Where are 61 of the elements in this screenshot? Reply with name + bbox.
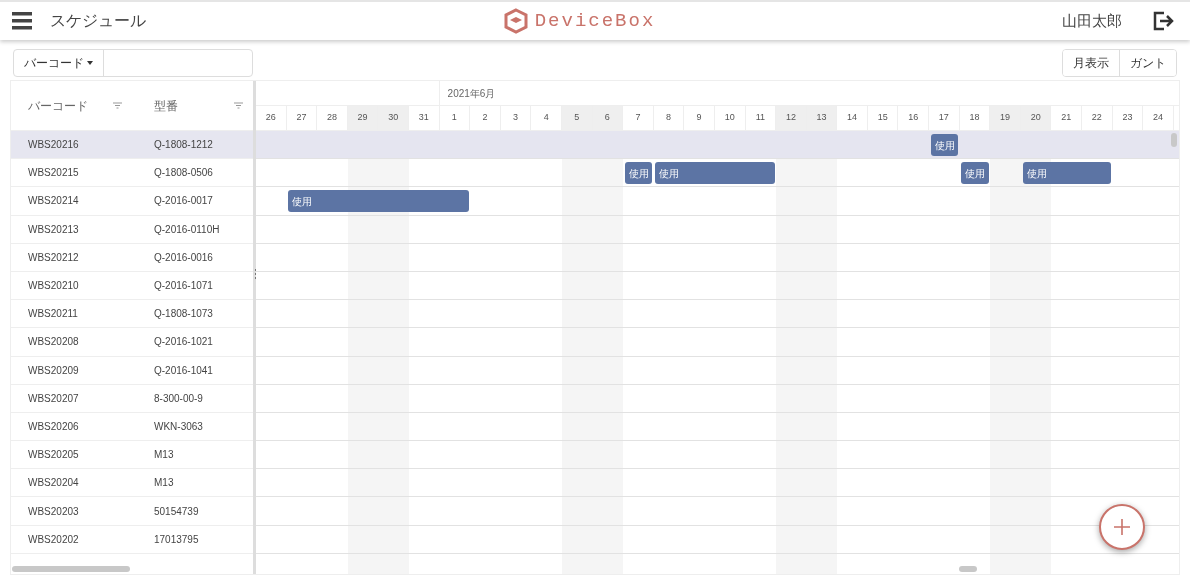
schedule-bar[interactable]: 使用 [961,162,989,185]
logo-text: DeviceBox [534,8,656,34]
day-label: 5 [561,106,593,130]
table-cell-text: Q-2016-1021 [153,335,213,350]
table-cell-text: Q-2016-0016 [153,250,213,265]
schedule-bar[interactable]: 使用 [655,162,775,185]
table-cell-text: WBS20207 [27,391,80,406]
table-cell-text: Q-1808-0506 [153,166,213,181]
table-cell-text: WBS20210 [27,279,80,294]
table-cell-text: WBS20208 [27,335,80,350]
table-cell-text: Q-2016-1041 [153,363,213,378]
vertical-scrollbar[interactable] [1171,133,1177,147]
user-name[interactable]: 山田太郎 [1062,9,1122,33]
table-cell-text: 8-300-00-9 [153,391,203,406]
table-cell-text: Q-2016-1071 [153,279,213,294]
table-cell-text: WBS20205 [27,448,80,463]
schedule-bar[interactable]: 使用 [288,190,469,213]
table-cell-text: WBS20202 [27,532,80,547]
table-cell-text: WKN-3063 [153,419,203,434]
table-cell-text: M13 [153,448,174,463]
view-toggle-button[interactable]: ガント [1119,50,1176,76]
table-cell-text: 17013795 [153,532,199,547]
table-cell-text: WBS20211 [27,307,79,322]
table-cell-text: WBS20212 [27,250,80,265]
schedule-bar[interactable]: 使用 [624,162,653,185]
table-cell-text: 50154739 [153,504,199,519]
schedule-bar[interactable]: 使用 [930,134,959,156]
table-cell-text: Q-2016-0110H [153,222,220,237]
table-cell-text: WBS20206 [27,419,80,434]
logout-icon[interactable] [1152,10,1174,32]
table-cell-text: WBS20213 [27,222,80,237]
day-label: 29 [347,106,379,130]
table-cell-text: WBS20215 [27,166,80,181]
schedule-bar[interactable]: 使用 [1022,162,1112,185]
horizontal-scrollbar[interactable] [12,566,130,572]
day-label: 6 [592,106,624,130]
page-title: スケジュール [50,11,146,31]
table-cell-text: WBS20216 [27,138,80,153]
filter-icon[interactable] [234,102,243,109]
table-cell-text: Q-1808-1073 [153,307,213,322]
table-cell-text: M13 [153,476,174,491]
table-cell-text: WBS20204 [27,476,80,491]
logo-icon [502,8,529,34]
horizontal-scrollbar[interactable] [959,566,977,572]
day-label: 13 [806,106,838,130]
column-header: バーコード [28,97,88,115]
day-label: 30 [378,106,409,130]
month-label: 2021年6月 [446,87,496,101]
table-cell-text: Q-2016-0017 [153,194,213,209]
table-cell-text: WBS20214 [27,194,80,209]
day-label: 20 [1020,106,1052,130]
menu-icon[interactable] [12,12,32,30]
column-header: 型番 [154,97,178,115]
table-cell-text: WBS20203 [27,504,80,519]
table-row[interactable]: WBS20216 Q-1808-1212 [11,131,253,160]
day-label: 19 [990,106,1021,130]
day-label: 12 [776,106,807,130]
table-cell-text: Q-1808-1212 [153,138,213,153]
filter-icon[interactable] [113,102,122,109]
table-cell-text: WBS20209 [27,363,80,378]
plus-icon [1114,519,1130,535]
